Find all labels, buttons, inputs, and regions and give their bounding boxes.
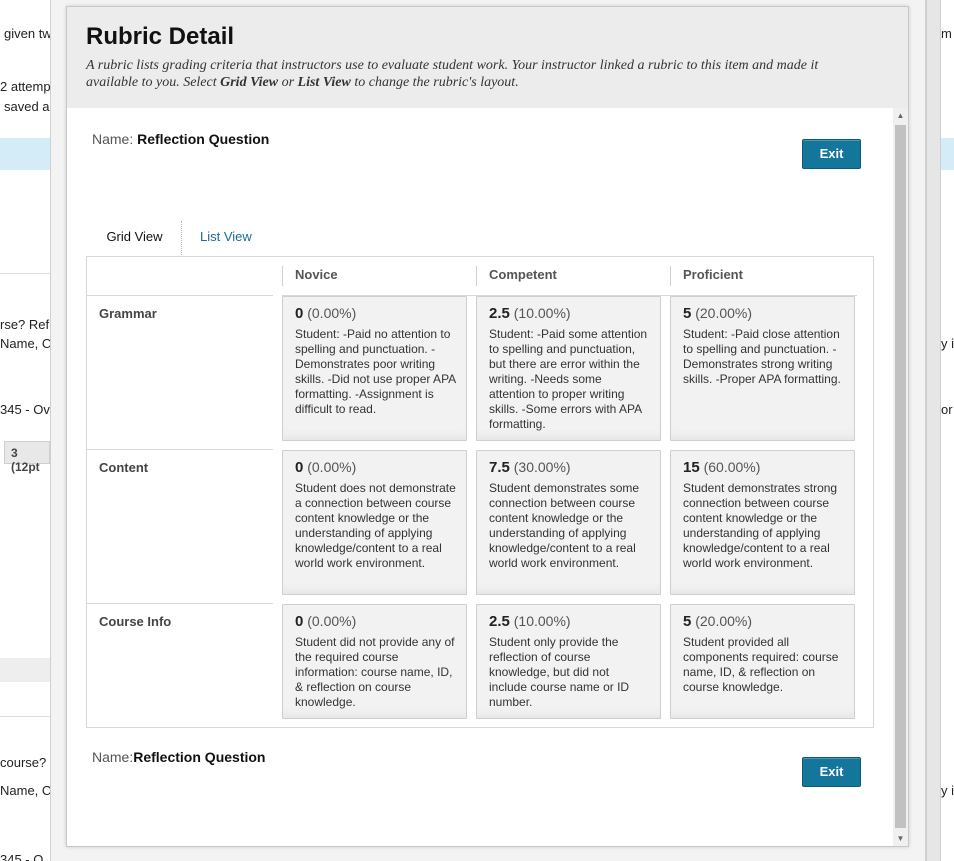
bg-fragment: or [941,402,953,417]
bg-fragment: rse? Ref [0,317,50,332]
rubric-cell: 15 (60.00%) Student demonstrates strong … [670,450,855,595]
points-percent: (20.00%) [695,305,753,321]
cell-description: Student did not provide any of the requi… [295,635,455,709]
row-divider [87,295,273,296]
bg-fragment: m [941,26,952,41]
cell-description: Student: -Paid close attention to spelli… [683,327,841,386]
desc-text: to change the rubric's layout. [350,75,519,90]
bg-fragment: 2 attemp [0,79,51,94]
rubric-name-top: Name: Reflection Question [92,131,269,147]
cell-points: 5 (20.00%) [683,612,844,631]
tab-grid-label: Grid View [106,229,163,244]
column-divider [670,266,671,286]
rubric-name: Reflection Question [137,131,270,147]
dialog-description: A rubric lists grading criteria that ins… [86,57,856,91]
rubric-cell: 7.5 (30.00%) Student demonstrates some c… [476,450,661,595]
column-divider [282,266,283,286]
bg-fragment: saved a [4,99,50,114]
bg-fragment: given tw [4,26,52,41]
points-percent: (0.00%) [307,459,357,475]
points-value: 5 [683,613,692,630]
background-right: m y i or y i [941,0,954,861]
cell-points: 2.5 (10.00%) [489,612,650,631]
cell-description: Student: -Paid no attention to spelling … [295,327,456,416]
points-percent: (10.00%) [513,613,571,629]
points-percent: (20.00%) [695,613,753,629]
points-value: 0 [295,459,304,476]
cell-description: Student: -Paid some attention to spellin… [489,327,648,431]
bg-fragment: Name, C [0,336,52,351]
bg-fragment: 345 - O [0,852,44,861]
row-divider [87,449,273,450]
cell-description: Student provided all components required… [683,635,839,694]
cell-description: Student demonstrates some connection bet… [489,481,640,570]
points-value: 15 [683,459,700,476]
desc-text: or [278,75,298,90]
rubric-detail-dialog: Rubric Detail A rubric lists grading cri… [66,6,909,847]
cell-description: Student demonstrates strong connection b… [683,481,838,570]
bg-fragment: y i [941,783,954,798]
criterion-grammar: Grammar [99,306,157,321]
points-percent: (10.00%) [513,305,571,321]
row-divider [87,603,273,604]
desc-list-view: List View [297,75,351,90]
dialog-title: Rubric Detail [86,23,235,50]
column-header-competent: Competent [489,267,557,282]
rubric-cell: 2.5 (10.00%) Student only provide the re… [476,604,661,719]
bg-band [941,138,954,170]
dialog-content: Name: Reflection Question Exit Grid View… [67,108,893,846]
points-value: 0 [295,613,304,630]
tab-grid-view[interactable]: Grid View [87,219,182,264]
desc-grid-view: Grid View [220,75,279,90]
points-value: 0 [295,305,304,322]
cell-description: Student does not demonstrate a connectio… [295,481,456,570]
column-header-novice: Novice [295,267,338,282]
rubric-cell: 2.5 (10.00%) Student: -Paid some attenti… [476,296,661,441]
rubric-cell: 0 (0.00%) Student did not provide any of… [282,604,467,719]
rubric-name: Reflection Question [133,749,266,765]
rubric-cell: 5 (20.00%) Student: -Paid close attentio… [670,296,855,441]
rubric-cell: 5 (20.00%) Student provided all componen… [670,604,855,719]
scroll-up-icon[interactable]: ▲ [893,108,908,123]
cell-points: 0 (0.00%) [295,612,456,631]
cell-points: 0 (0.00%) [295,304,456,323]
points-value: 5 [683,305,692,322]
points-percent: (0.00%) [307,305,357,321]
column-divider [476,266,477,286]
rubric-name-bottom: Name:Reflection Question [92,749,265,765]
points-value: 7.5 [489,459,510,476]
exit-button-top[interactable]: Exit [802,139,861,169]
bg-fragment: 3 (12pt [4,441,50,474]
tab-list-view[interactable]: List View [200,219,252,256]
points-percent: (30.00%) [513,459,571,475]
scroll-down-icon[interactable]: ▼ [893,831,908,846]
name-label: Name: [92,131,134,147]
points-percent: (60.00%) [703,459,761,475]
bg-fragment: 345 - Ove [0,402,58,417]
cell-points: 0 (0.00%) [295,458,456,477]
scroll-thumb[interactable] [895,125,906,828]
points-value: 2.5 [489,613,510,630]
column-header-proficient: Proficient [683,267,743,282]
rubric-cell: 0 (0.00%) Student: -Paid no attention to… [282,296,467,441]
bg-fragment: Name, C [0,783,52,798]
points-value: 2.5 [489,305,510,322]
cell-points: 5 (20.00%) [683,304,844,323]
exit-button-bottom[interactable]: Exit [802,757,861,787]
bg-fragment: course? [0,755,47,770]
cell-description: Student only provide the reflection of c… [489,635,630,709]
bg-fragment: y i [941,336,954,351]
dialog-scrollbar[interactable]: ▲ ▼ [893,108,908,846]
cell-points: 2.5 (10.00%) [489,304,650,323]
cell-points: 15 (60.00%) [683,458,844,477]
criterion-course-info: Course Info [99,614,172,629]
criterion-content: Content [99,460,149,475]
cell-points: 7.5 (30.00%) [489,458,650,477]
name-label: Name: [92,749,134,765]
rubric-cell: 0 (0.00%) Student does not demonstrate a… [282,450,467,595]
tab-divider [181,221,182,257]
points-percent: (0.00%) [307,613,357,629]
page-scrollbar[interactable] [926,0,941,861]
rubric-grid: Novice Competent Proficient Grammar 0 (0… [86,256,874,728]
